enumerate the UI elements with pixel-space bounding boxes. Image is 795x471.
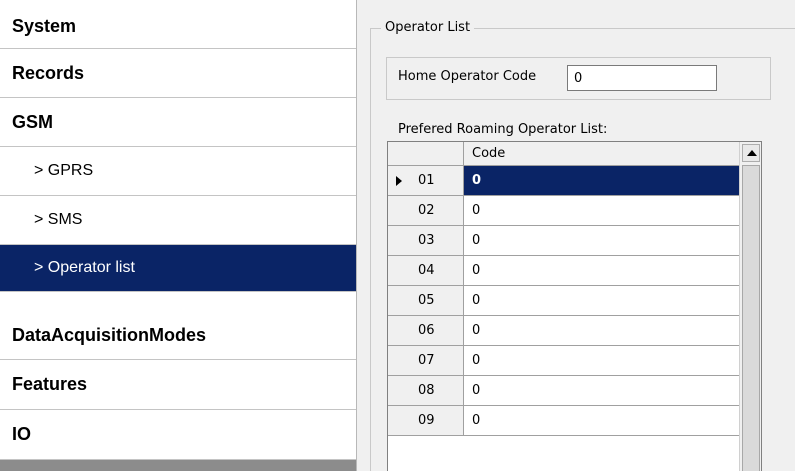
- table-row[interactable]: 04 0: [388, 256, 739, 286]
- table-row[interactable]: 05 0: [388, 286, 739, 316]
- row-index: 03: [418, 233, 435, 248]
- grid-corner-header[interactable]: [388, 142, 464, 165]
- table-row[interactable]: 06 0: [388, 316, 739, 346]
- code-cell[interactable]: 0: [464, 316, 739, 345]
- table-row[interactable]: 09 0: [388, 406, 739, 436]
- table-row[interactable]: 07 0: [388, 346, 739, 376]
- code-cell[interactable]: 0: [464, 166, 739, 195]
- sidebar-item-io[interactable]: IO: [0, 410, 356, 460]
- home-operator-label: Home Operator Code: [398, 69, 537, 84]
- sidebar-item-label: > SMS: [34, 211, 83, 228]
- sidebar-item-label: Features: [12, 374, 88, 394]
- row-header[interactable]: 08: [388, 376, 464, 405]
- code-cell[interactable]: 0: [464, 256, 739, 285]
- sidebar-item-gsm[interactable]: GSM: [0, 98, 356, 147]
- row-header[interactable]: 02: [388, 196, 464, 225]
- row-header[interactable]: 05: [388, 286, 464, 315]
- home-operator-input[interactable]: [567, 65, 717, 91]
- sidebar-item-features[interactable]: Features: [0, 360, 356, 410]
- row-index: 05: [418, 293, 435, 308]
- row-index: 02: [418, 203, 435, 218]
- row-header[interactable]: 07: [388, 346, 464, 375]
- table-row[interactable]: 02 0: [388, 196, 739, 226]
- row-index: 08: [418, 383, 435, 398]
- sidebar-item-partial[interactable]: [0, 460, 356, 471]
- code-cell[interactable]: 0: [464, 226, 739, 255]
- table-row[interactable]: 03 0: [388, 226, 739, 256]
- row-index: 09: [418, 413, 435, 428]
- table-row[interactable]: 01 0: [388, 166, 739, 196]
- sidebar-item-operator-list[interactable]: > Operator list: [0, 245, 356, 292]
- row-index: 07: [418, 353, 435, 368]
- table-row[interactable]: 08 0: [388, 376, 739, 406]
- scroll-thumb[interactable]: [742, 165, 760, 471]
- row-index: 06: [418, 323, 435, 338]
- sidebar-item-label: System: [12, 15, 77, 36]
- roaming-operator-grid[interactable]: Code 01 0 02 0 03 0 04 0 05 0 06 0 07 0 …: [387, 141, 762, 471]
- sidebar-item-label: DataAcquisitionModes: [12, 324, 207, 345]
- scroll-up-arrow-icon[interactable]: [742, 144, 760, 162]
- sidebar-item-gprs[interactable]: > GPRS: [0, 147, 356, 196]
- row-index: 04: [418, 263, 435, 278]
- row-header[interactable]: 06: [388, 316, 464, 345]
- sidebar-item-system[interactable]: System: [0, 0, 356, 49]
- roaming-list-label: Prefered Roaming Operator List:: [398, 122, 608, 137]
- sidebar-item-label: > GPRS: [34, 162, 94, 179]
- sidebar-item-label: GSM: [12, 111, 54, 132]
- code-column-header[interactable]: Code: [464, 142, 739, 165]
- code-cell[interactable]: 0: [464, 286, 739, 315]
- code-cell[interactable]: 0: [464, 376, 739, 405]
- current-row-arrow-icon: [396, 176, 402, 186]
- sidebar-nav: System Records GSM > GPRS > SMS > Operat…: [0, 0, 357, 471]
- groupbox-title: Operator List: [381, 20, 475, 35]
- row-header[interactable]: 03: [388, 226, 464, 255]
- sidebar-item-label: > Operator list: [34, 259, 135, 276]
- grid-header: Code: [388, 142, 739, 166]
- code-cell[interactable]: 0: [464, 196, 739, 225]
- row-header[interactable]: 04: [388, 256, 464, 285]
- sidebar-item-label: IO: [12, 424, 32, 444]
- row-header[interactable]: 09: [388, 406, 464, 435]
- row-index: 01: [418, 173, 435, 188]
- vertical-scrollbar[interactable]: [739, 142, 761, 471]
- sidebar-item-sms[interactable]: > SMS: [0, 196, 356, 245]
- sidebar-item-data-acquisition-modes[interactable]: DataAcquisitionModes: [0, 311, 356, 360]
- sidebar-item-label: Records: [12, 62, 85, 83]
- code-cell[interactable]: 0: [464, 346, 739, 375]
- row-header[interactable]: 01: [388, 166, 464, 195]
- code-cell[interactable]: 0: [464, 406, 739, 435]
- sidebar-item-records[interactable]: Records: [0, 49, 356, 98]
